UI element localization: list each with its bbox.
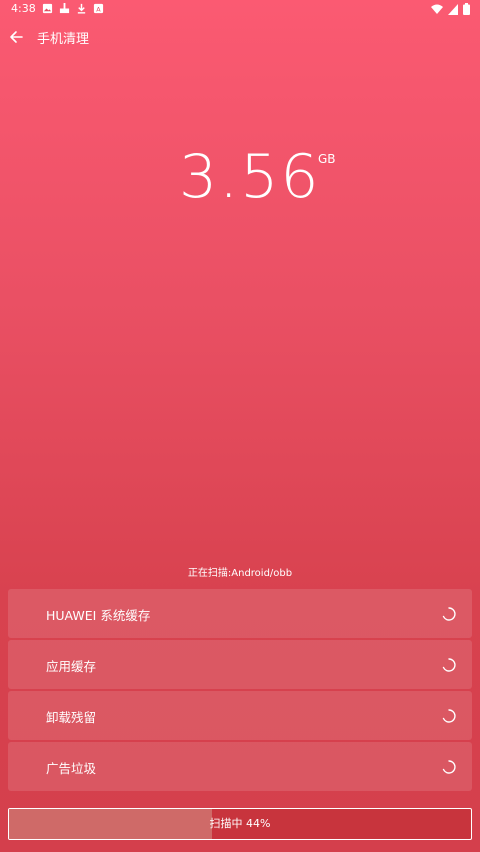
category-app-cache[interactable]: 应用缓存	[8, 640, 472, 689]
status-time: 4:38	[11, 2, 36, 15]
loading-spinner-icon	[442, 607, 456, 621]
scan-path-text: 正在扫描:Android/obb	[187, 568, 293, 579]
notification-icons: A	[42, 3, 104, 14]
category-label: 广告垃圾	[46, 761, 97, 776]
category-huawei-system-cache[interactable]: HUAWEI 系统缓存	[8, 589, 472, 638]
image-icon	[42, 3, 53, 14]
junk-size-unit: GB	[318, 152, 336, 166]
loading-spinner-icon	[442, 760, 456, 774]
system-icons	[431, 3, 470, 15]
scan-progress-label: 扫描中 44%	[209, 817, 271, 830]
wifi-icon	[431, 4, 443, 14]
back-arrow-icon[interactable]	[8, 29, 24, 45]
app-icon: A	[93, 3, 104, 13]
svg-text:A: A	[96, 5, 101, 13]
junk-category-list: HUAWEI 系统缓存 应用缓存 卸载残留 广告垃圾	[8, 589, 472, 793]
category-label: 应用缓存	[46, 659, 97, 674]
category-uninstall-residue[interactable]: 卸载残留	[8, 691, 472, 740]
page-title: 手机清理	[37, 32, 90, 47]
loading-spinner-icon	[442, 709, 456, 723]
signal-icon	[448, 3, 458, 15]
scan-progress-bar[interactable]: 扫描中 44%	[8, 808, 472, 840]
category-label: 卸载残留	[46, 710, 97, 725]
category-label: HUAWEI 系统缓存	[46, 608, 151, 623]
battery-icon	[463, 3, 470, 15]
sweep-icon	[59, 3, 70, 14]
category-ad-junk[interactable]: 广告垃圾	[8, 742, 472, 791]
status-bar: 4:38 A	[0, 0, 480, 20]
toolbar: 手机清理	[0, 24, 480, 50]
junk-size-value: 3.56	[179, 142, 321, 212]
junk-size-display: 3.56 GB	[0, 138, 480, 218]
loading-spinner-icon	[442, 658, 456, 672]
download-icon	[77, 3, 86, 14]
